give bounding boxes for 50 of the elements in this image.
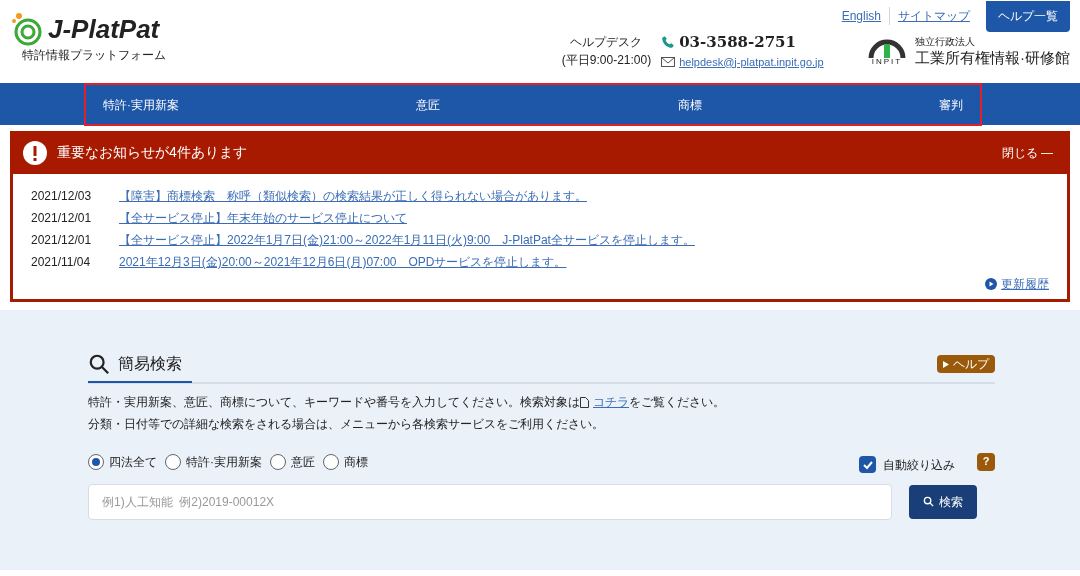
language-link[interactable]: English [841,7,881,25]
play-icon [943,360,949,368]
alert-icon [23,140,47,165]
close-button[interactable]: 閉じる — [1001,143,1053,162]
nav-tab[interactable]: 意匠 [416,95,441,114]
sitemap-link[interactable]: サイトマップ [898,7,970,25]
logo-subtitle: 特許情報プラットフォーム [22,47,167,64]
mail-icon [661,56,676,67]
notice-link[interactable]: 【障害】商標検索 称呼（類似検索）の検索結果が正しく得られない場合があります。 [119,187,587,205]
notice-date: 2021/12/01 [31,210,93,227]
search-description: 特許・実用新案、意匠、商標について、キーワードや番号を入力してください。検索対象は [88,395,580,410]
helpdesk-hours: (平日9:00-21:00) [561,51,652,69]
org-name: 工業所有権情報·研修館 [915,49,1070,68]
notice-date: 2021/12/03 [31,188,93,205]
org-logo: INPIT [867,35,907,66]
notice-title: 重要なお知らせが4件あります [57,143,247,162]
notice-link[interactable]: 【全サービス停止】2022年1月7日(金)21:00～2022年1月11日(火)9:00 J-PlatPat全サービスを停止します。 [119,231,695,249]
phone-number: 03-3588-2751 [679,32,796,53]
target-link[interactable]: コチラ [593,394,629,412]
document-icon [580,397,589,409]
search-description: をご覧ください。 [629,395,725,410]
notice-date: 2021/12/01 [31,232,93,249]
notice-date: 2021/11/04 [31,254,92,271]
search-button[interactable]: 検索 [909,484,977,519]
notice-link[interactable]: 2021年12月3日(金)20:00～2021年12月6日(月)07:00 OPDサービスを停止します。 [119,253,567,271]
search-icon [923,496,934,507]
radio-option[interactable]: 特許·実用新案 [165,452,262,471]
nav-tab[interactable]: 商標 [677,95,702,114]
logo-icon [10,12,44,46]
helpdesk-label: ヘルプデスク [570,33,643,51]
hint-button[interactable]: ? [977,452,995,471]
nav-tab[interactable]: 審判 [939,95,963,114]
help-list-button[interactable]: ヘルプ一覧 [986,0,1070,32]
search-title: 簡易検索 [118,354,182,374]
radio-option[interactable]: 四法全て [88,452,157,471]
email-link[interactable]: helpdesk@j-platpat.inpit.go.jp [679,53,824,70]
play-icon [985,278,997,290]
radio-option[interactable]: 意匠 [270,452,315,471]
radio-option[interactable]: 商標 [323,452,368,471]
org-small: 独立行政法人 [915,35,976,49]
phone-icon [661,35,676,50]
nav-tab[interactable]: 特許·実用新案 [103,95,179,114]
help-button[interactable]: ヘルプ [937,355,995,373]
notice-link[interactable]: 【全サービス停止】年末年始のサービス停止について [119,209,407,227]
history-link[interactable]: 更新履歴 [1001,275,1049,293]
auto-filter-checkbox[interactable]: 自動絞り込み [859,455,955,474]
search-input[interactable]: 例1)人工知能 例2)2019-00012X [88,483,892,520]
logo-text: J-PlatPat [48,16,160,42]
search-icon [88,353,110,375]
search-description: 分類・日付等での詳細な検索をされる場合は、メニューから各検索サービスをご利用ください。 [88,417,605,433]
